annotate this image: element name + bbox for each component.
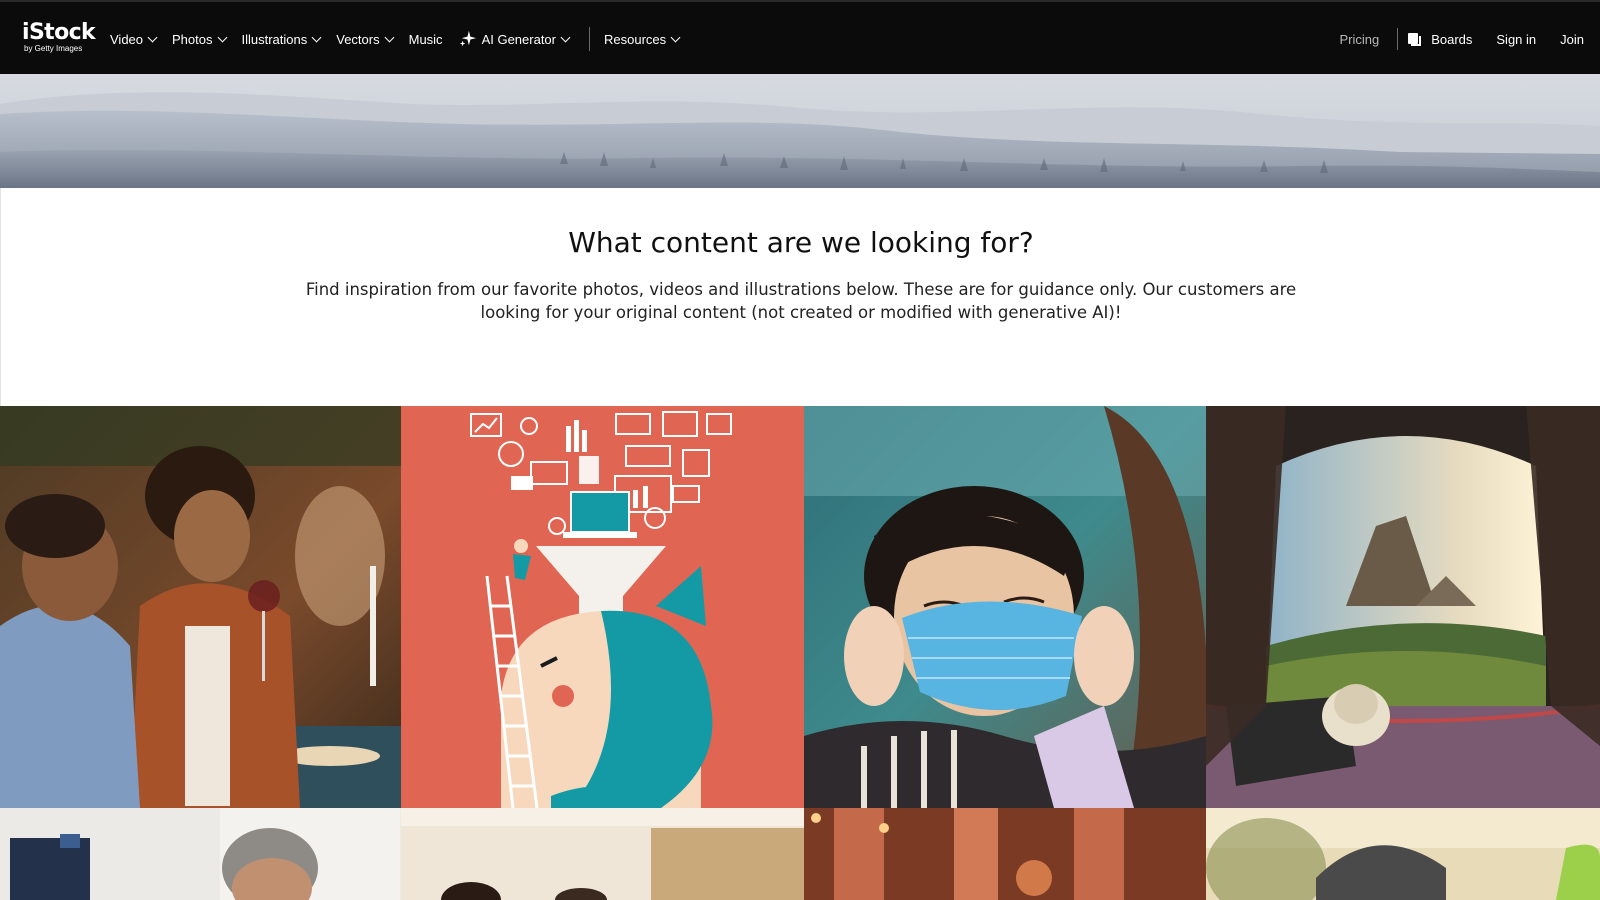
lanterns-photo — [804, 808, 1206, 900]
boards-link[interactable]: Boards — [1408, 32, 1472, 47]
living-room-photo — [401, 808, 804, 900]
gallery-item-dinner-party[interactable] — [0, 406, 401, 808]
intro-description: Find inspiration from our favorite photo… — [305, 280, 1297, 322]
nav-video[interactable]: Video — [110, 31, 158, 47]
gallery-item-living-room[interactable] — [401, 808, 804, 900]
nav-music-label: Music — [408, 31, 443, 47]
top-navigation-bar: iStock by Getty Images Video Photos Illu… — [0, 0, 1600, 74]
chevron-down-icon — [670, 32, 681, 42]
snowy-landscape-image — [0, 74, 1600, 188]
chevron-down-icon — [384, 32, 395, 42]
nav-photos[interactable]: Photos — [172, 31, 227, 47]
logo-tagline: by Getty Images — [24, 44, 83, 53]
account-nav: Pricing Boards Sign in Join — [1339, 2, 1584, 76]
nav-resources-label: Resources — [604, 31, 667, 47]
gallery-item-girl-face-mask[interactable] — [804, 406, 1206, 808]
boards-label: Boards — [1431, 31, 1473, 47]
nav-divider — [589, 27, 590, 51]
inspiration-gallery — [0, 406, 1600, 900]
tent-view-landscape-photo — [1206, 406, 1600, 808]
join-link[interactable]: Join — [1560, 32, 1584, 47]
nav-ai-generator[interactable]: AI Generator — [459, 30, 571, 48]
gallery-item-data-funnel-illustration[interactable] — [401, 406, 804, 808]
girl-face-mask-photo — [804, 406, 1206, 808]
nav-illustrations-label: Illustrations — [241, 31, 308, 47]
page-title: What content are we looking for? — [568, 226, 1034, 259]
chevron-down-icon — [560, 32, 571, 42]
intro-section: What content are we looking for? Find in… — [0, 188, 1600, 406]
main-nav: Video Photos Illustrations Vectors Music… — [110, 2, 695, 76]
nav-ai-generator-label: AI Generator — [481, 31, 556, 47]
chevron-down-icon — [311, 32, 322, 42]
gallery-item-lanterns[interactable] — [804, 808, 1206, 900]
nav-video-label: Video — [110, 31, 144, 47]
dinner-party-photo — [0, 406, 401, 808]
nav-vectors-label: Vectors — [336, 31, 380, 47]
nav-illustrations[interactable]: Illustrations — [241, 31, 322, 47]
nav-music[interactable]: Music — [409, 32, 443, 47]
hero-banner-image — [0, 74, 1600, 188]
cyclist-helmet-photo — [1206, 808, 1600, 900]
boards-icon — [1408, 32, 1422, 46]
gallery-item-cyclist[interactable] — [1206, 808, 1600, 900]
data-funnel-illustration — [401, 406, 804, 808]
pricing-link[interactable]: Pricing — [1339, 32, 1379, 47]
nav-photos-label: Photos — [172, 31, 213, 47]
nav-divider — [1397, 28, 1399, 50]
gallery-item-man-at-desk[interactable] — [0, 808, 401, 900]
sparkle-icon — [459, 30, 476, 47]
nav-resources[interactable]: Resources — [604, 31, 681, 47]
nav-vectors[interactable]: Vectors — [336, 31, 395, 47]
istock-logo[interactable]: iStock by Getty Images — [22, 20, 96, 53]
logo-wordmark: iStock — [22, 20, 96, 45]
sign-in-link[interactable]: Sign in — [1496, 32, 1536, 47]
gallery-item-tent-view[interactable] — [1206, 406, 1600, 808]
chevron-down-icon — [217, 32, 227, 42]
man-at-desk-photo — [0, 808, 401, 900]
chevron-down-icon — [147, 32, 158, 42]
